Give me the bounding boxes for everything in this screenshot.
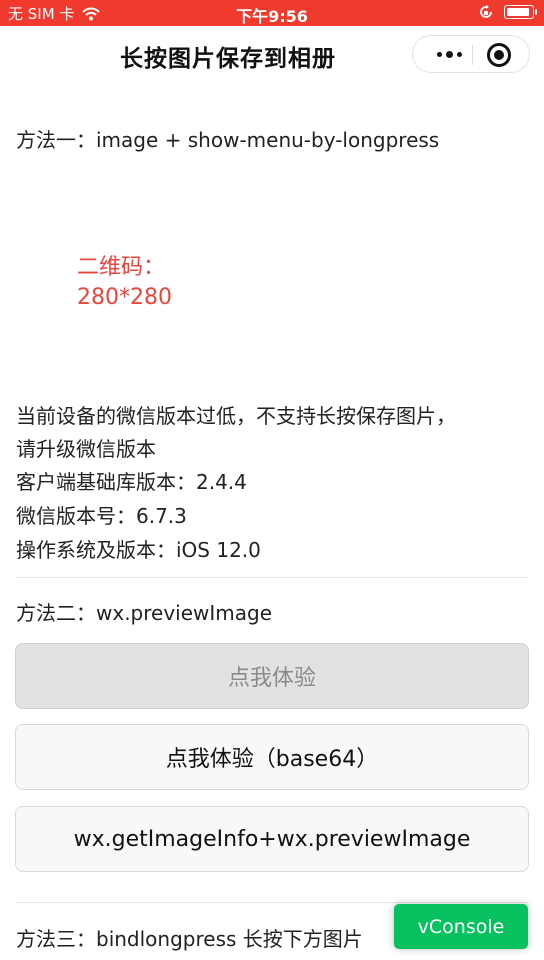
- qr-size: 280*280: [77, 285, 172, 310]
- close-miniprogram-icon[interactable]: [487, 43, 511, 67]
- os-version: 操作系统及版本：iOS 12.0: [16, 538, 261, 562]
- getimageinfo-preview-button[interactable]: wx.getImageInfo+wx.previewImage: [15, 806, 529, 872]
- status-right: [478, 4, 537, 20]
- method3-title: 方法三：bindlongpress 长按下方图片: [16, 927, 363, 951]
- try-preview-button[interactable]: 点我体验: [15, 643, 529, 709]
- battery-icon: [504, 5, 537, 19]
- method1-title: 方法一：image + show-menu-by-longpress: [16, 128, 440, 152]
- vconsole-button[interactable]: vConsole: [394, 904, 528, 949]
- divider: [16, 577, 528, 578]
- navigation-bar: 长按图片保存到相册: [0, 26, 544, 82]
- page-title: 长按图片保存到相册: [120, 46, 336, 72]
- method2-title: 方法二：wx.previewImage: [16, 601, 273, 625]
- status-time: 下午9:56: [236, 7, 308, 26]
- wechat-version: 微信版本号：6.7.3: [16, 504, 187, 528]
- sdk-version: 客户端基础库版本：2.4.4: [16, 470, 247, 494]
- try-preview-base64-button[interactable]: 点我体验（base64）: [15, 724, 529, 790]
- menu-capsule: [412, 35, 530, 73]
- qr-label: 二维码：: [77, 255, 166, 280]
- version-notice-line2: 请升级微信版本: [16, 437, 156, 461]
- capsule-divider: [472, 45, 473, 65]
- more-icon[interactable]: [431, 46, 467, 62]
- qr-code-image[interactable]: 二维码： 280*280: [77, 253, 172, 313]
- version-notice-line1: 当前设备的微信版本过低，不支持长按保存图片，: [16, 404, 456, 428]
- status-bar: 无 SIM 卡 下午9:56: [0, 0, 544, 26]
- divider: [16, 902, 528, 903]
- rotation-lock-icon: [478, 4, 494, 20]
